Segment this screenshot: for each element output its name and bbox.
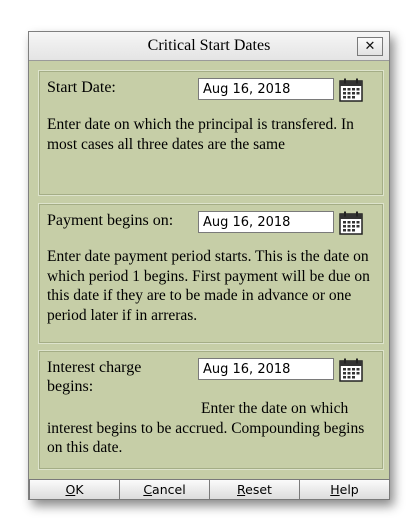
start-date-description: Enter date on which the principal is tra…	[47, 116, 354, 153]
start-date-input[interactable]: Aug 16, 2018	[198, 78, 334, 100]
payment-begins-label: Payment begins on:	[47, 212, 174, 229]
payment-begins-description: Enter date payment period starts. This i…	[47, 248, 370, 324]
start-date-group: Start Date: Aug 16, 2018 Enter date on w…	[38, 70, 384, 196]
reset-mnemonic: R	[237, 482, 246, 497]
cancel-button[interactable]: Cancel	[119, 479, 210, 500]
reset-label-rest: eset	[245, 482, 272, 497]
cancel-label-rest: ancel	[152, 482, 186, 497]
help-mnemonic: H	[330, 482, 340, 497]
dialog-title: Critical Start Dates	[147, 37, 271, 54]
title-bar[interactable]: Critical Start Dates ✕	[29, 32, 389, 61]
help-label-rest: elp	[339, 482, 359, 497]
cancel-mnemonic: C	[143, 482, 153, 497]
calendar-icon[interactable]	[339, 358, 363, 382]
help-button[interactable]: Help	[299, 479, 390, 500]
interest-charge-label: Interest charge begins:	[47, 359, 142, 395]
interest-charge-group: Interest charge begins: Aug 16, 2018 Ent…	[38, 350, 384, 470]
ok-mnemonic: O	[65, 482, 76, 497]
interest-charge-input[interactable]: Aug 16, 2018	[198, 358, 334, 380]
button-bar: OK Cancel Reset Help	[29, 479, 390, 500]
payment-begins-group: Payment begins on: Aug 16, 2018 Enter da…	[38, 203, 384, 344]
interest-charge-description: Enter the date on which interest begins …	[47, 400, 365, 456]
payment-begins-input[interactable]: Aug 16, 2018	[198, 211, 334, 233]
reset-button[interactable]: Reset	[209, 479, 300, 500]
close-button[interactable]: ✕	[357, 37, 383, 56]
start-date-label: Start Date:	[47, 79, 116, 96]
ok-label-rest: K	[75, 482, 84, 497]
critical-start-dates-dialog: Critical Start Dates ✕ Start Date: Aug 1…	[28, 31, 390, 500]
close-icon: ✕	[364, 39, 376, 54]
calendar-icon[interactable]	[339, 211, 363, 235]
ok-button[interactable]: OK	[29, 479, 120, 500]
calendar-icon[interactable]	[339, 78, 363, 102]
